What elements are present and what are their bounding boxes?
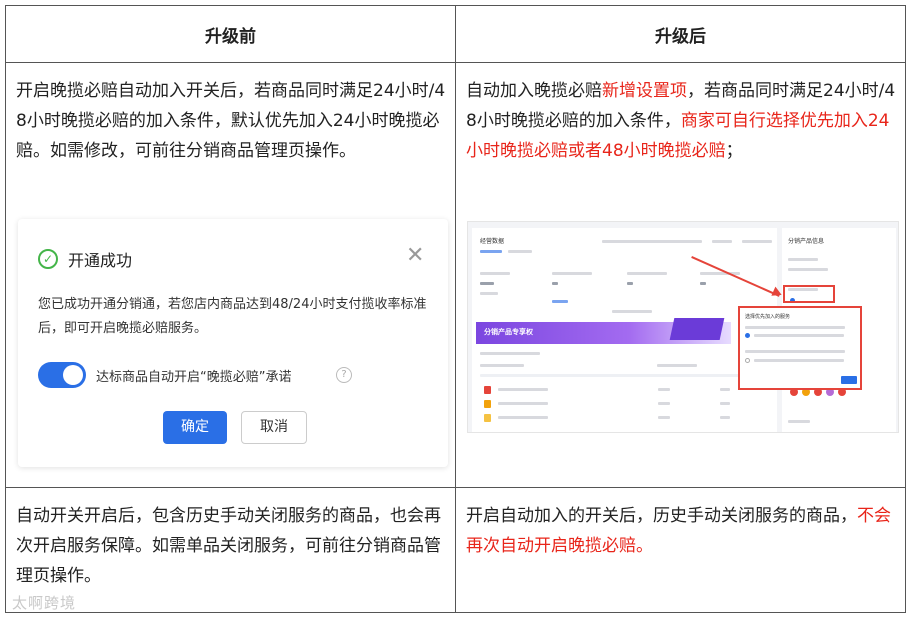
placeholder-line — [754, 334, 844, 337]
success-dialog: ✓ 开通成功 ✕ 您已成功开通分销通，若您店内商品达到48/24小时支付揽收率标… — [18, 219, 448, 467]
placeholder-line — [788, 268, 828, 271]
popup-confirm-button[interactable] — [841, 376, 857, 384]
text-segment: 自动加入晚揽必赔 — [466, 81, 602, 101]
placeholder-line — [627, 272, 667, 275]
placeholder-line — [480, 292, 498, 295]
placeholder-line — [658, 402, 670, 405]
banner-graphic — [669, 318, 725, 340]
medal-icon — [484, 414, 491, 422]
text-segment: 开启自动加入的开关后，历史手动关闭服务的商品， — [466, 506, 857, 526]
placeholder-line — [480, 364, 524, 367]
placeholder-line — [552, 272, 592, 275]
tab-line — [480, 250, 502, 253]
row1-before-text: 开启晚揽必赔自动加入开关后，若商品同时满足24小时/48小时晚揽必赔的加入条件，… — [16, 81, 446, 161]
check-circle-icon: ✓ — [38, 249, 58, 269]
column-divider — [455, 6, 456, 612]
placeholder-line — [720, 402, 730, 405]
watermark: 太啊跨境 — [12, 594, 77, 612]
side-title: 分销产品信息 — [788, 238, 825, 245]
medal-icon — [484, 400, 491, 408]
placeholder-line — [602, 240, 702, 243]
placeholder-line — [552, 300, 568, 303]
help-icon[interactable]: ? — [336, 367, 352, 383]
row-divider — [6, 487, 905, 488]
placeholder-line — [745, 350, 845, 353]
radio-unselected-icon[interactable] — [745, 358, 750, 363]
placeholder-line — [658, 416, 670, 419]
placeholder-line — [498, 416, 548, 419]
placeholder-line — [712, 240, 732, 243]
placeholder-line — [745, 326, 845, 329]
dialog-message: 您已成功开通分销通，若您店内商品达到48/24小时支付揽收率标准后，即可开启晚揽… — [38, 297, 427, 336]
placeholder-line — [657, 364, 697, 367]
placeholder-line — [742, 240, 772, 243]
placeholder-line — [612, 310, 652, 313]
table-header-line — [480, 374, 760, 377]
placeholder-line — [498, 388, 548, 391]
header-before: 升级前 — [205, 27, 256, 47]
toggle-label: 达标商品自动开启“晚揽必赔”承诺 — [96, 370, 292, 385]
highlighted-setting — [783, 285, 835, 303]
confirm-button[interactable]: 确定 — [163, 411, 227, 444]
tab-line — [508, 250, 532, 253]
dialog-title: 开通成功 — [68, 251, 133, 270]
placeholder-line — [480, 272, 510, 275]
placeholder-line — [700, 282, 706, 285]
medal-icon — [484, 386, 491, 394]
placeholder-line — [552, 282, 558, 285]
placeholder-line — [788, 420, 810, 423]
popup-title: 选择优先加入的服务 — [745, 314, 791, 320]
placeholder-line — [720, 416, 730, 419]
radio-selected-icon[interactable] — [745, 333, 750, 338]
placeholder-line — [498, 402, 548, 405]
row2-before-text: 自动开关开启后，包含历史手动关闭服务的商品，也会再次开启服务保障。如需单品关闭服… — [16, 506, 441, 586]
header-after: 升级后 — [655, 27, 706, 47]
highlight-new-setting: 新增设置项 — [602, 81, 687, 101]
row2-after-text: 开启自动加入的开关后，历史手动关闭服务的商品，不会再次自动开启晚揽必赔。 — [466, 501, 896, 561]
placeholder-line — [658, 388, 670, 391]
cancel-button[interactable]: 取消 — [241, 411, 307, 444]
placeholder-line — [480, 352, 540, 355]
comparison-table: 升级前 升级后 开启晚揽必赔自动加入开关后，若商品同时满足24小时/48小时晚揽… — [5, 5, 906, 613]
after-settings-screenshot: 经营数据 分销产品专享权 分销产品信息 选择优先加入的服务 — [467, 221, 899, 433]
placeholder-line — [788, 258, 818, 261]
text-segment: ； — [725, 141, 743, 161]
dashboard-main-panel: 经营数据 分销产品专享权 — [472, 228, 777, 432]
row1-after-text: 自动加入晚揽必赔新增设置项，若商品同时满足24小时/48小时晚揽必赔的加入条件，… — [466, 76, 896, 166]
close-icon[interactable]: ✕ — [406, 243, 424, 268]
placeholder-line — [754, 359, 844, 362]
banner-text: 分销产品专享权 — [484, 328, 533, 336]
dashboard-title: 经营数据 — [480, 238, 505, 245]
placeholder-line — [627, 282, 633, 285]
auto-enable-toggle[interactable] — [38, 362, 86, 388]
placeholder-line — [720, 388, 730, 391]
priority-setting-popup: 选择优先加入的服务 — [738, 306, 862, 390]
placeholder-line — [480, 282, 494, 285]
